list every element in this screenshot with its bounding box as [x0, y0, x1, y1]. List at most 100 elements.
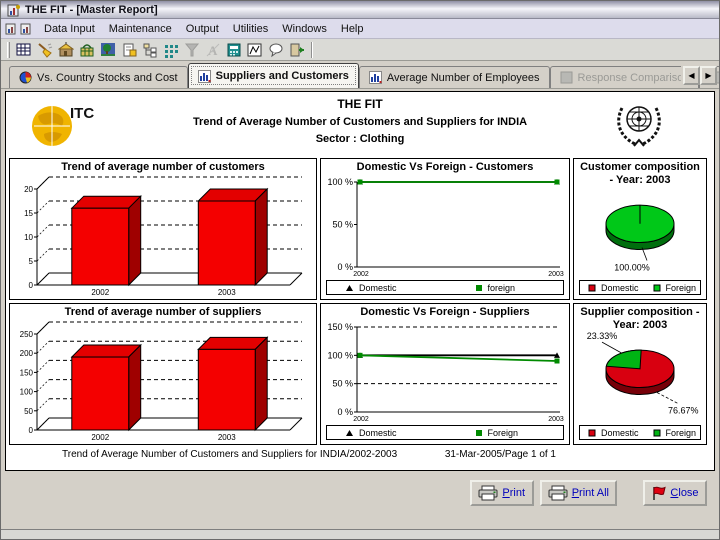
- tab-scroll-right-button[interactable]: ▶: [700, 66, 717, 85]
- toolbar-sweep-button[interactable]: [35, 40, 55, 59]
- triangle-marker-icon: [346, 429, 353, 436]
- tab-response-comparison[interactable]: Response Comparison: [549, 66, 700, 88]
- report-footer-left: Trend of Average Number of Customers and…: [62, 449, 398, 460]
- chart-title: Domestic Vs Foreign - Suppliers: [360, 306, 530, 318]
- hierarchy-icon: [143, 43, 157, 57]
- report-subtitle: Trend of Average Number of Customers and…: [192, 116, 528, 128]
- svg-text:50 %: 50 %: [332, 220, 353, 230]
- title-bar: THE FIT - [Master Report]: [1, 1, 719, 19]
- svg-text:0 %: 0 %: [337, 262, 353, 272]
- customers-bar-chart: 0 5 10 15 20 2002 2003: [10, 174, 316, 299]
- tab-bar: Vs. Country Stocks and Cost Suppliers an…: [1, 61, 719, 89]
- print-button[interactable]: Print: [469, 480, 534, 506]
- report-sector: Sector : Clothing: [315, 133, 405, 145]
- tab-scroll-left-button[interactable]: ◀: [683, 66, 700, 85]
- customer-pie-chart: 100.00%: [574, 187, 706, 279]
- toolbar: A: [1, 39, 719, 61]
- tree-icon: [101, 42, 115, 56]
- report-footer: Trend of Average Number of Customers and…: [6, 445, 714, 460]
- svg-text:150 %: 150 %: [327, 322, 353, 332]
- svg-text:100 %: 100 %: [327, 350, 353, 360]
- building-icon: [58, 41, 74, 56]
- menu-windows[interactable]: Windows: [275, 21, 334, 37]
- calculator-icon: [227, 43, 241, 56]
- report-footer-right: 31-Mar-2005/Page 1 of 1: [444, 449, 556, 460]
- flag-icon: [653, 486, 667, 500]
- chart-panel-customer-composition: Customer composition - Year: 2003 100.00…: [573, 158, 707, 300]
- pie-chart-icon: [19, 71, 32, 84]
- table-icon: [16, 43, 31, 55]
- legend-label: Domestic: [359, 282, 397, 293]
- bar-chart-icon: [197, 69, 211, 83]
- svg-text:250: 250: [20, 330, 34, 339]
- svg-text:100 %: 100 %: [327, 177, 353, 187]
- toolbar-hierarchy-button[interactable]: [140, 40, 160, 59]
- toolbar-grid-button[interactable]: [161, 40, 181, 59]
- svg-text:23.33%: 23.33%: [587, 332, 618, 341]
- chart-panel-suppliers-domestic-foreign: Domestic Vs Foreign - Suppliers 0 % 50 % 1…: [320, 303, 570, 445]
- menu-utilities[interactable]: Utilities: [226, 21, 275, 37]
- tab-country-stocks[interactable]: Vs. Country Stocks and Cost: [9, 66, 188, 88]
- report-icon: [560, 71, 573, 84]
- report-header: ITC THE FIT Trend of Average Number of C…: [6, 92, 714, 158]
- child-window-icon[interactable]: [20, 22, 33, 35]
- toolbar-calculator-button[interactable]: [224, 40, 244, 59]
- chart-title: Domestic Vs Foreign - Customers: [356, 161, 534, 173]
- svg-text:50: 50: [24, 407, 33, 416]
- toolbar-font-button[interactable]: A: [203, 40, 223, 59]
- toolbar-grip: [7, 41, 10, 58]
- menu-maintenance[interactable]: Maintenance: [102, 21, 179, 37]
- toolbar-basket-button[interactable]: [77, 40, 97, 59]
- suppliers-line-chart: 0 % 50 % 100 % 150 % 2002 2003: [321, 319, 569, 424]
- left-arrow-icon: ◀: [688, 71, 695, 80]
- child-window-icon[interactable]: [5, 22, 18, 35]
- tab-label: Average Number of Employees: [386, 71, 540, 84]
- chart-title: Supplier composition - Year: 2003: [580, 306, 700, 331]
- svg-text:2002: 2002: [91, 433, 109, 442]
- svg-text:100.00%: 100.00%: [614, 263, 650, 273]
- print-all-button[interactable]: Print All: [539, 480, 617, 506]
- toolbar-chart-button[interactable]: [245, 40, 265, 59]
- font-icon: A: [206, 43, 220, 58]
- svg-text:2003: 2003: [218, 288, 236, 297]
- grid-icon: [165, 44, 178, 58]
- button-row: Print Print All Close: [1, 471, 719, 506]
- tab-suppliers-customers[interactable]: Suppliers and Customers: [187, 63, 359, 88]
- chart-title: Trend of average number of customers: [61, 161, 265, 173]
- right-arrow-icon: ▶: [705, 71, 712, 80]
- svg-text:0 %: 0 %: [337, 407, 353, 417]
- tab-scroll: ◀ ▶: [681, 66, 717, 85]
- tab-average-employees[interactable]: Average Number of Employees: [358, 66, 550, 88]
- menu-output[interactable]: Output: [179, 21, 226, 37]
- toolbar-exit-button[interactable]: [287, 40, 307, 59]
- legend-customer-pie: Domestic Foreign: [579, 280, 701, 295]
- menu-help[interactable]: Help: [334, 21, 371, 37]
- toolbar-table-button[interactable]: [14, 40, 34, 59]
- chart-title: Customer composition - Year: 2003: [580, 161, 700, 186]
- toolbar-comment-button[interactable]: [266, 40, 286, 59]
- chart-icon: [247, 43, 262, 56]
- toolbar-building-button[interactable]: [56, 40, 76, 59]
- chart-panel-customers-domestic-foreign: Domestic Vs Foreign - Customers 0 % 50 % 1…: [320, 158, 570, 300]
- toolbar-notes-button[interactable]: [119, 40, 139, 59]
- toolbar-tree-button[interactable]: [98, 40, 118, 59]
- legend-label: Foreign: [487, 427, 519, 438]
- tab-label: Vs. Country Stocks and Cost: [37, 71, 178, 84]
- close-button[interactable]: Close: [643, 480, 707, 506]
- square-marker-icon: [588, 429, 596, 436]
- svg-text:200: 200: [20, 349, 34, 358]
- printer-icon: [478, 485, 498, 501]
- toolbar-separator: [311, 41, 313, 58]
- triangle-marker-icon: [346, 284, 353, 291]
- customers-line-chart: 0 % 50 % 100 % 2002 2003: [321, 174, 569, 279]
- svg-text:20: 20: [24, 185, 33, 194]
- svg-text:100: 100: [20, 388, 34, 397]
- svg-text:2003: 2003: [548, 271, 564, 278]
- svg-text:2002: 2002: [353, 271, 369, 278]
- legend-customers-line: Domestic foreign: [326, 280, 564, 295]
- toolbar-funnel-button[interactable]: [182, 40, 202, 59]
- tab-label: Response Comparison: [577, 71, 690, 84]
- exit-icon: [290, 43, 304, 56]
- menu-data-input[interactable]: Data Input: [37, 21, 102, 37]
- square-marker-icon: [653, 429, 661, 436]
